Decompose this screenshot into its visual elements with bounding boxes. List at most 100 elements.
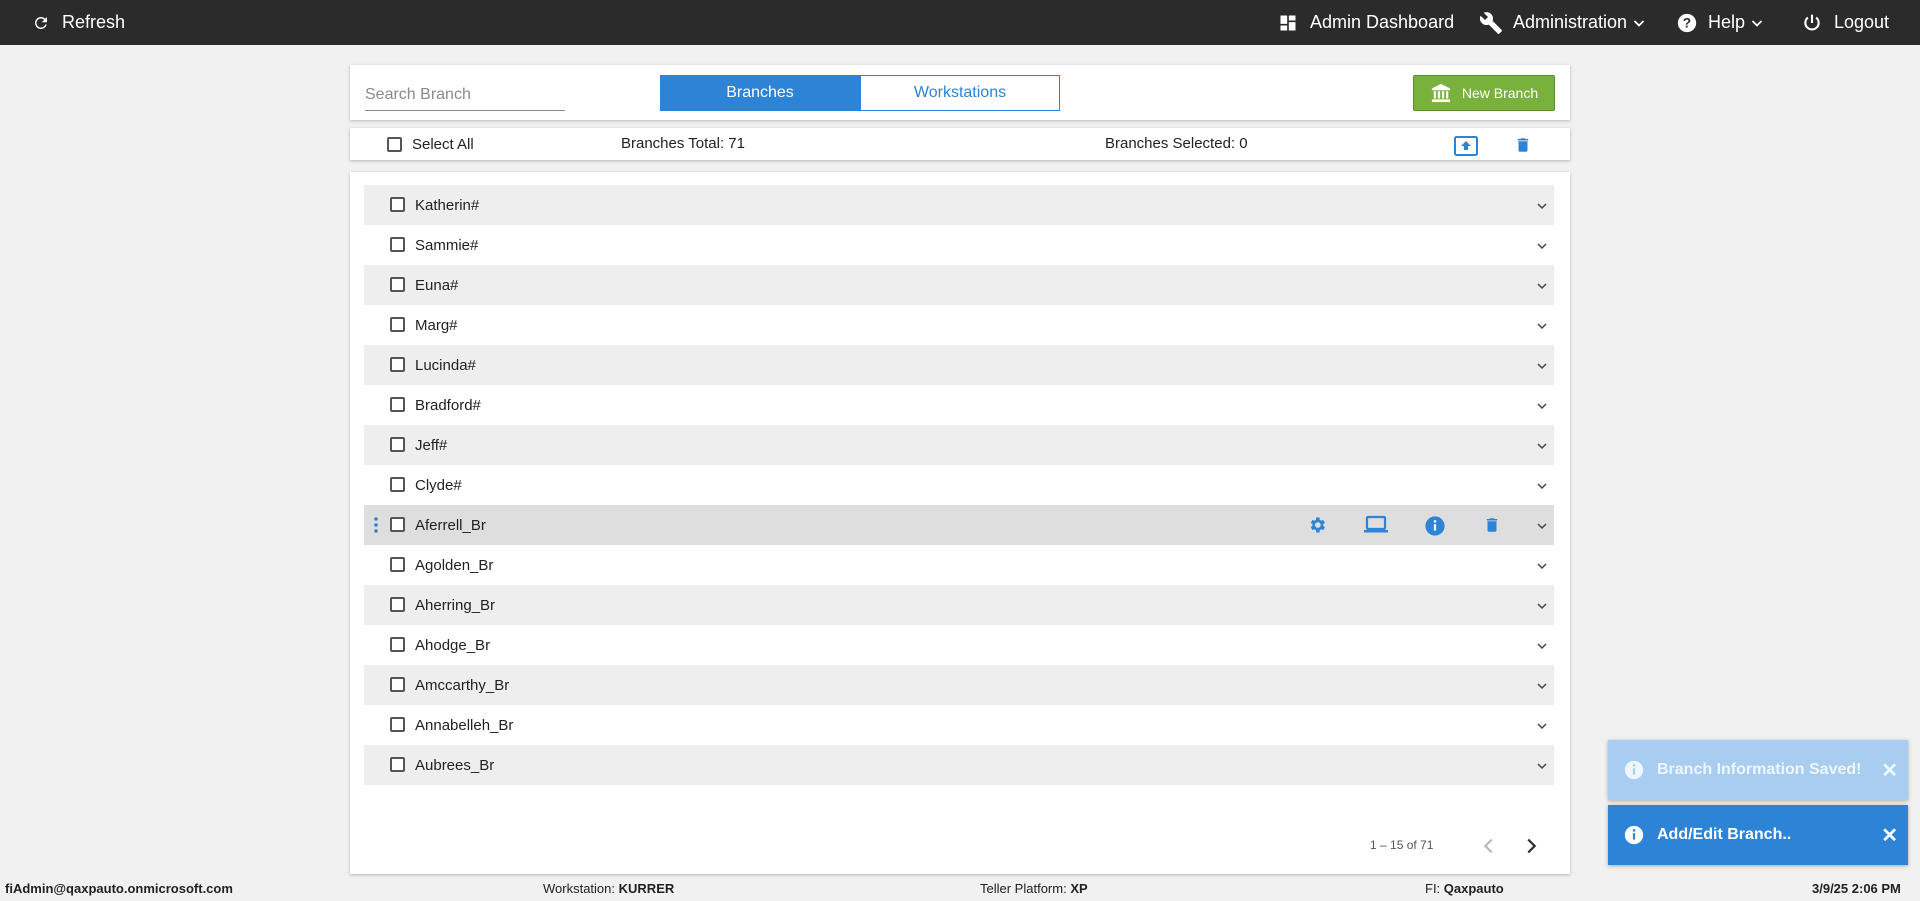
- workstations-button[interactable]: [1364, 515, 1388, 540]
- branch-checkbox[interactable]: [390, 597, 405, 612]
- branch-checkbox[interactable]: [390, 277, 405, 292]
- next-page-button[interactable]: [1520, 835, 1542, 862]
- settings-button[interactable]: [1307, 515, 1327, 540]
- view-tabs: Branches Workstations: [660, 75, 1060, 111]
- footer-teller-platform: Teller Platform: XP: [980, 881, 1088, 896]
- branch-name: Euna#: [415, 276, 459, 294]
- trash-icon: [1517, 138, 1529, 152]
- branch-row[interactable]: Amccarthy_Br: [364, 665, 1554, 705]
- chevron-down-icon[interactable]: [1536, 479, 1548, 497]
- branch-name: Agolden_Br: [415, 556, 494, 574]
- branch-checkbox[interactable]: [390, 197, 405, 212]
- select-all-label: Select All: [412, 136, 474, 153]
- branch-row[interactable]: Clyde#: [364, 465, 1554, 505]
- chevron-down-icon[interactable]: [1536, 399, 1548, 417]
- info-icon: [1425, 516, 1445, 536]
- branch-row[interactable]: Aherring_Br: [364, 585, 1554, 625]
- footer-workstation-value: KURRER: [618, 881, 675, 896]
- drag-handle-icon[interactable]: [374, 517, 378, 538]
- refresh-button[interactable]: Refresh: [32, 0, 125, 45]
- chevron-down-icon[interactable]: [1536, 679, 1548, 697]
- branch-row[interactable]: Lucinda#: [364, 345, 1554, 385]
- logout-button[interactable]: Logout: [1802, 0, 1889, 45]
- branch-checkbox[interactable]: [390, 397, 405, 412]
- gear-icon: [1310, 517, 1325, 533]
- toast-notification: Branch Information Saved! ✕: [1608, 740, 1908, 800]
- tab-workstations[interactable]: Workstations: [860, 75, 1060, 111]
- branch-name: Katherin#: [415, 196, 480, 214]
- branch-row[interactable]: Bradford#: [364, 385, 1554, 425]
- branch-row[interactable]: Jeff#: [364, 425, 1554, 465]
- branch-checkbox[interactable]: [390, 557, 405, 572]
- branch-name: Clyde#: [415, 476, 462, 494]
- info-button[interactable]: [1424, 515, 1446, 542]
- help-menu[interactable]: ? Help: [1676, 0, 1763, 45]
- branch-checkbox[interactable]: [390, 437, 405, 452]
- branch-checkbox[interactable]: [390, 237, 405, 252]
- select-all-checkbox[interactable]: Select All: [387, 136, 474, 153]
- chevron-down-icon: [1751, 19, 1763, 27]
- close-icon[interactable]: ✕: [1881, 758, 1898, 783]
- branch-checkbox[interactable]: [390, 517, 405, 532]
- branch-row[interactable]: Euna#: [364, 265, 1554, 305]
- branch-row[interactable]: Sammie#: [364, 225, 1554, 265]
- chevron-down-icon[interactable]: [1536, 599, 1548, 617]
- branches-total: Branches Total: 71: [621, 135, 745, 152]
- upload-button[interactable]: [1454, 136, 1478, 161]
- laptop-icon: [1364, 515, 1388, 533]
- chevron-down-icon[interactable]: [1536, 439, 1548, 457]
- chevron-down-icon[interactable]: [1536, 639, 1548, 657]
- admin-dashboard-label: Admin Dashboard: [1310, 12, 1455, 32]
- branch-checkbox[interactable]: [390, 317, 405, 332]
- branch-checkbox[interactable]: [390, 477, 405, 492]
- branch-checkbox[interactable]: [390, 677, 405, 692]
- previous-page-button[interactable]: [1478, 835, 1500, 862]
- branch-name: Jeff#: [415, 436, 448, 454]
- delete-branch-button[interactable]: [1483, 515, 1501, 540]
- power-icon: [1804, 14, 1820, 30]
- branch-row[interactable]: Marg#: [364, 305, 1554, 345]
- branch-row[interactable]: Aubrees_Br: [364, 745, 1554, 785]
- branch-checkbox[interactable]: [390, 637, 405, 652]
- branch-row[interactable]: Agolden_Br: [364, 545, 1554, 585]
- tab-branches[interactable]: Branches: [660, 75, 860, 111]
- branch-name: Amccarthy_Br: [415, 676, 510, 694]
- close-icon[interactable]: ✕: [1881, 823, 1898, 848]
- chevron-down-icon[interactable]: [1536, 359, 1548, 377]
- branch-checkbox[interactable]: [390, 717, 405, 732]
- chevron-down-icon[interactable]: [1536, 319, 1548, 337]
- chevron-down-icon[interactable]: [1536, 559, 1548, 577]
- footer-fi-label: FI:: [1425, 881, 1441, 896]
- delete-selected-button[interactable]: [1514, 135, 1532, 160]
- branch-checkbox[interactable]: [390, 757, 405, 772]
- chevron-down-icon[interactable]: [1536, 519, 1548, 537]
- branch-row[interactable]: Katherin#: [364, 185, 1554, 225]
- chevron-down-icon[interactable]: [1536, 239, 1548, 257]
- branch-row[interactable]: Aferrell_Br: [364, 505, 1554, 545]
- toast-message: Add/Edit Branch..: [1657, 826, 1792, 843]
- footer-teller-platform-label: Teller Platform:: [980, 881, 1067, 896]
- admin-dashboard-link[interactable]: Admin Dashboard: [1278, 0, 1454, 45]
- branch-checkbox[interactable]: [390, 357, 405, 372]
- administration-menu[interactable]: Administration: [1479, 0, 1645, 45]
- header-card: Branches Workstations New Branch: [350, 65, 1570, 120]
- footer-fi: FI: Qaxpauto: [1425, 881, 1504, 896]
- new-branch-button[interactable]: New Branch: [1413, 75, 1555, 111]
- search-branch-input[interactable]: [365, 83, 565, 111]
- branch-name: Sammie#: [415, 236, 479, 254]
- checkbox[interactable]: [387, 137, 402, 152]
- wrench-icon: [1479, 11, 1502, 34]
- chevron-down-icon[interactable]: [1536, 279, 1548, 297]
- chevron-down-icon[interactable]: [1536, 759, 1548, 777]
- branch-name: Lucinda#: [415, 356, 476, 374]
- footer-workstation-label: Workstation:: [543, 881, 616, 896]
- refresh-label: Refresh: [62, 12, 126, 32]
- toast-message: Branch Information Saved!: [1657, 761, 1862, 778]
- branch-row[interactable]: Ahodge_Br: [364, 625, 1554, 665]
- chevron-down-icon[interactable]: [1536, 719, 1548, 737]
- chevron-down-icon[interactable]: [1536, 199, 1548, 217]
- branch-row[interactable]: Annabelleh_Br: [364, 705, 1554, 745]
- logout-label: Logout: [1834, 12, 1890, 32]
- pagination-range: 1 – 15 of 71: [1370, 838, 1434, 852]
- refresh-icon: [34, 16, 47, 29]
